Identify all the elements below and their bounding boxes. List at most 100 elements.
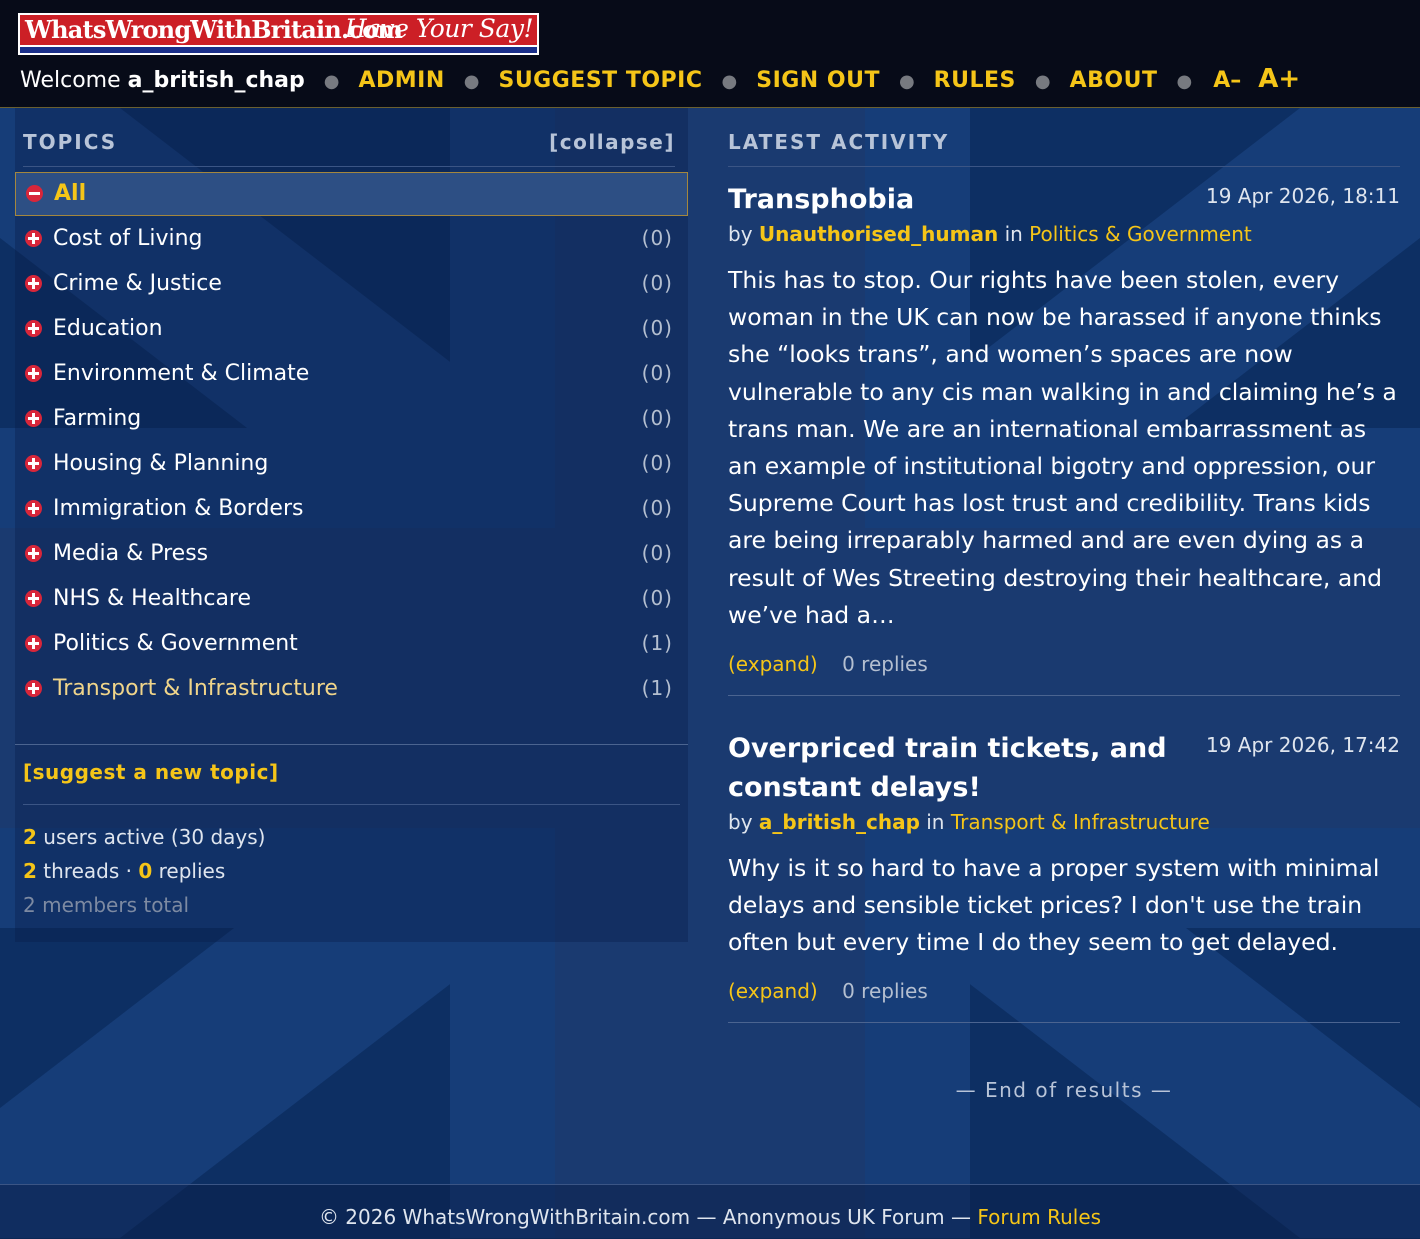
stats-dot: · xyxy=(125,859,132,883)
topic-list: All Cost of Living (0) Crime & Justice (… xyxy=(15,172,688,711)
topic-item-immigration-borders[interactable]: Immigration & Borders (0) xyxy=(15,486,688,531)
topics-sidebar: TOPICS [collapse] All Cost of Living (0)… xyxy=(15,108,688,942)
topic-item-transport-infrastructure[interactable]: Transport & Infrastructure (1) xyxy=(15,666,688,711)
reply-count: 0 replies xyxy=(842,979,928,1003)
topic-name: Cost of Living xyxy=(53,226,203,251)
post-byline: by a_british_chap in Transport & Infrast… xyxy=(728,810,1210,834)
end-of-results: — End of results — xyxy=(955,1078,1173,1102)
latest-activity-header: LATEST ACTIVITY xyxy=(728,130,1400,167)
post-title[interactable]: Overpriced train tickets, and constant d… xyxy=(728,729,1168,807)
topic-name: Media & Press xyxy=(53,541,209,566)
topic-name: Housing & Planning xyxy=(53,451,269,476)
topic-count: (0) xyxy=(641,406,673,430)
topic-name: Farming xyxy=(53,406,142,431)
in-label: in xyxy=(926,810,945,834)
plus-icon xyxy=(25,365,42,382)
users-label: users active (30 days) xyxy=(43,825,266,849)
site-footer: © 2026 WhatsWrongWithBritain.com — Anony… xyxy=(0,1184,1420,1239)
plus-icon xyxy=(25,320,42,337)
topic-count: (0) xyxy=(641,271,673,295)
post-actions: (expand) 0 replies xyxy=(728,652,928,676)
plus-icon xyxy=(25,545,42,562)
divider xyxy=(728,695,1400,696)
topic-item-all[interactable]: All xyxy=(15,172,688,216)
by-label: by xyxy=(728,810,753,834)
topic-count: (0) xyxy=(641,541,673,565)
topic-name: Environment & Climate xyxy=(53,361,310,386)
topic-count: (0) xyxy=(641,361,673,385)
topic-name: Crime & Justice xyxy=(53,271,222,296)
footer-copyright: © 2026 WhatsWrongWithBritain.com — Anony… xyxy=(318,1205,971,1229)
post-category-link[interactable]: Politics & Government xyxy=(1029,222,1252,246)
plus-icon xyxy=(25,500,42,517)
topic-item-education[interactable]: Education (0) xyxy=(15,306,688,351)
nav-about-link[interactable]: ABOUT xyxy=(1070,68,1158,93)
post-body: Why is it so hard to have a proper syste… xyxy=(728,854,1380,957)
expand-link[interactable]: (expand) xyxy=(728,979,818,1003)
topic-count: (0) xyxy=(641,496,673,520)
topic-item-nhs-healthcare[interactable]: NHS & Healthcare (0) xyxy=(15,576,688,621)
topic-item-environment-climate[interactable]: Environment & Climate (0) xyxy=(15,351,688,396)
site-logo[interactable]: WhatsWrongWithBritain.com Have Your Say! xyxy=(18,13,539,55)
nav-separator: ● xyxy=(1034,71,1051,92)
topic-name: Immigration & Borders xyxy=(53,496,304,521)
activity-post: Overpriced train tickets, and constant d… xyxy=(728,729,1400,1019)
stats-members: 2 members total xyxy=(23,893,190,917)
topic-name: Transport & Infrastructure xyxy=(53,676,338,701)
latest-activity-title: LATEST ACTIVITY xyxy=(728,130,950,154)
plus-icon xyxy=(25,680,42,697)
post-body: This has to stop. Our rights have been s… xyxy=(728,266,1397,629)
plus-icon xyxy=(25,635,42,652)
nav-separator: ● xyxy=(898,71,915,92)
nav-suggest-topic-link[interactable]: SUGGEST TOPIC xyxy=(498,68,702,93)
plus-icon xyxy=(25,410,42,427)
post-date: 19 Apr 2026, 18:11 xyxy=(1205,184,1400,208)
collapse-button[interactable]: [collapse] xyxy=(549,130,675,154)
topic-count: (1) xyxy=(641,631,673,655)
footer-rules-link[interactable]: Forum Rules xyxy=(977,1205,1101,1229)
nav-separator: ● xyxy=(463,71,480,92)
post-title[interactable]: Transphobia xyxy=(728,180,1168,219)
top-nav: Welcome a_british_chap ● ADMIN ● SUGGEST… xyxy=(20,64,1300,94)
post-byline: by Unauthorised_human in Politics & Gove… xyxy=(728,222,1252,246)
topic-item-cost-of-living[interactable]: Cost of Living (0) xyxy=(15,216,688,261)
logo-tagline: Have Your Say! xyxy=(344,14,534,43)
site-header: WhatsWrongWithBritain.com Have Your Say!… xyxy=(0,0,1420,108)
topics-title: TOPICS xyxy=(23,130,118,154)
topic-item-farming[interactable]: Farming (0) xyxy=(15,396,688,441)
replies-count: 0 xyxy=(138,859,153,883)
font-smaller-button[interactable]: A– xyxy=(1213,68,1241,93)
post-category-link[interactable]: Transport & Infrastructure xyxy=(951,810,1210,834)
welcome-text: Welcome xyxy=(20,68,121,93)
topic-count: (0) xyxy=(641,586,673,610)
topic-item-crime-justice[interactable]: Crime & Justice (0) xyxy=(15,261,688,306)
topic-item-media-press[interactable]: Media & Press (0) xyxy=(15,531,688,576)
divider xyxy=(728,1022,1400,1023)
users-count: 2 xyxy=(23,825,37,849)
plus-icon xyxy=(25,230,42,247)
topic-item-politics-government[interactable]: Politics & Government (1) xyxy=(15,621,688,666)
topic-count: (1) xyxy=(641,676,673,700)
plus-icon xyxy=(25,275,42,292)
nav-sign-out-link[interactable]: SIGN OUT xyxy=(756,68,880,93)
minus-icon xyxy=(26,185,43,202)
post-date: 19 Apr 2026, 17:42 xyxy=(1205,733,1400,757)
expand-link[interactable]: (expand) xyxy=(728,652,818,676)
topic-name: NHS & Healthcare xyxy=(53,586,252,611)
by-label: by xyxy=(728,222,753,246)
post-author-link[interactable]: Unauthorised_human xyxy=(759,222,998,246)
stats-users: 2 users active (30 days) xyxy=(23,820,265,854)
topic-item-housing-planning[interactable]: Housing & Planning (0) xyxy=(15,441,688,486)
topic-name: All xyxy=(54,181,87,206)
topics-header: TOPICS [collapse] xyxy=(23,130,675,167)
post-actions: (expand) 0 replies xyxy=(728,979,928,1003)
suggest-topic-link[interactable]: [suggest a new topic] xyxy=(23,760,279,784)
nav-admin-link[interactable]: ADMIN xyxy=(358,68,444,93)
topic-count: (0) xyxy=(641,226,673,250)
topic-name: Politics & Government xyxy=(53,631,298,656)
divider xyxy=(23,804,680,805)
plus-icon xyxy=(25,455,42,472)
font-larger-button[interactable]: A+ xyxy=(1258,64,1300,94)
post-author-link[interactable]: a_british_chap xyxy=(759,810,920,834)
nav-rules-link[interactable]: RULES xyxy=(934,68,1016,93)
